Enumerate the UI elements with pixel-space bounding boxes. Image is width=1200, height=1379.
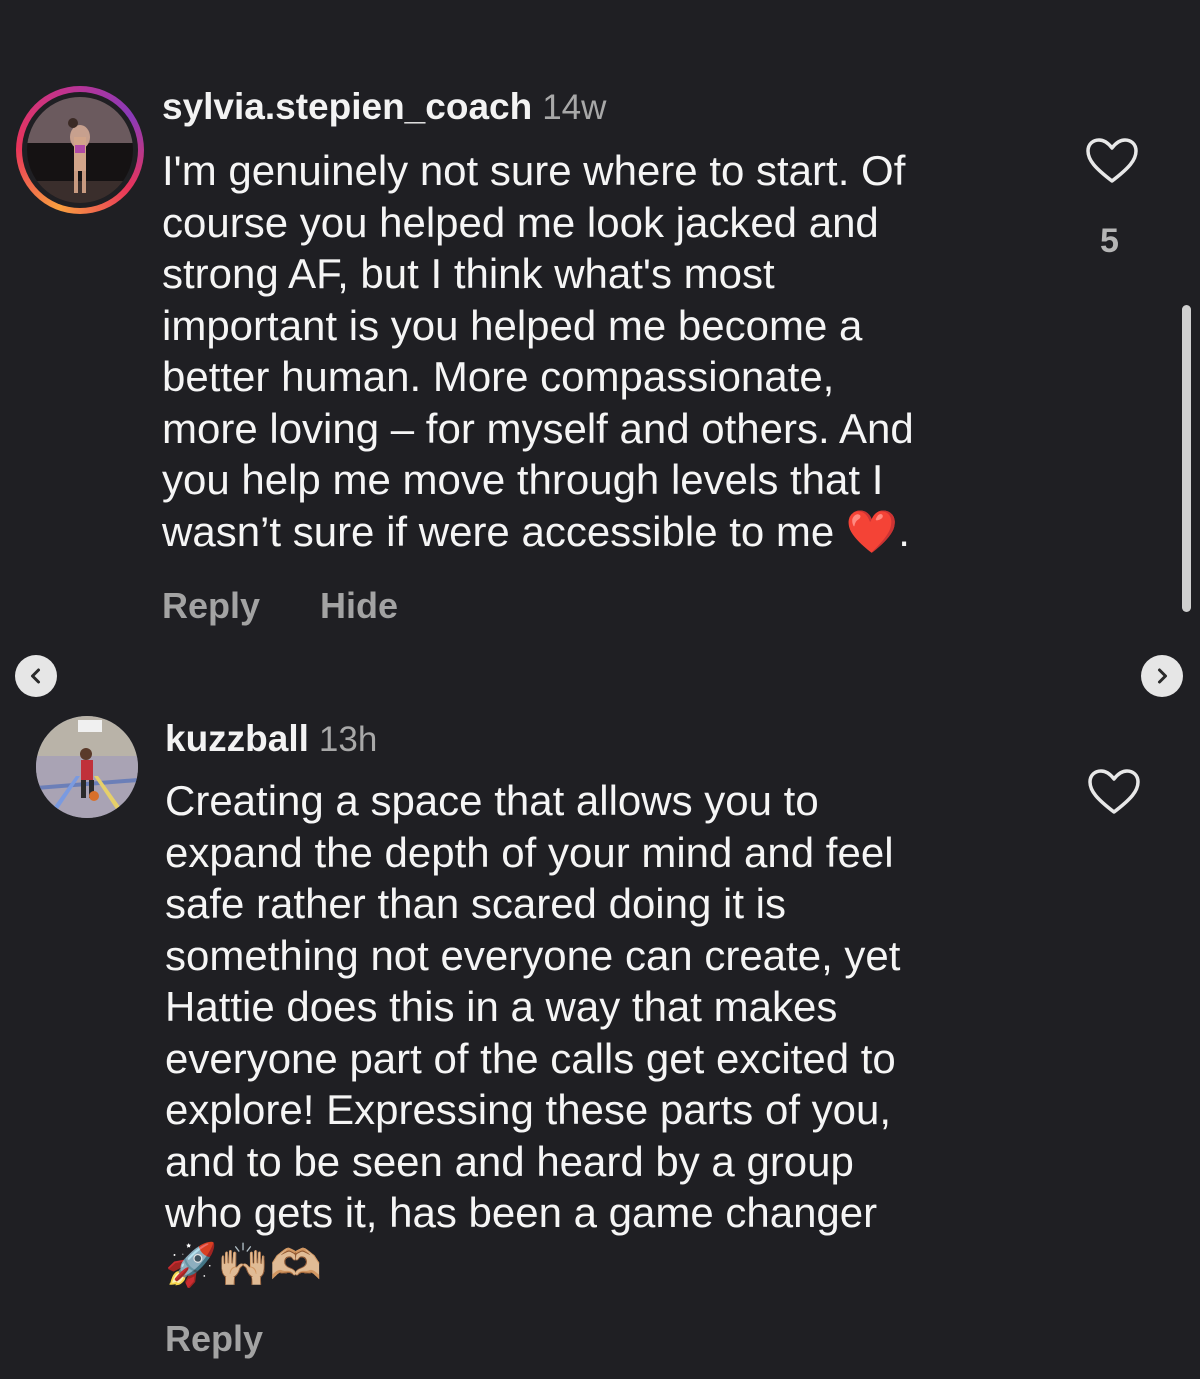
comment-line: and to be seen and heard by a group <box>165 1137 854 1185</box>
avatar-photo <box>36 716 138 818</box>
comment-line: strong AF, but I think what's most <box>162 250 775 297</box>
comment-line: expand the depth of your mind and feel <box>165 828 894 876</box>
comment-line: everyone part of the calls get excited t… <box>165 1034 896 1082</box>
heart-icon <box>1086 138 1138 183</box>
comment-line: explore! Expressing these parts of you, <box>165 1086 892 1133</box>
comment-line: course you helped me look jacked and <box>162 198 879 246</box>
like-button[interactable] <box>1085 137 1139 185</box>
like-button[interactable] <box>1087 768 1141 816</box>
timestamp: 14w <box>542 88 607 127</box>
comment-meta: sylvia.stepien_coach 14w <box>162 86 606 128</box>
reply-button[interactable]: Reply <box>165 1318 263 1360</box>
comment-line: who gets it, has been a game changer <box>165 1189 878 1236</box>
reply-button[interactable]: Reply <box>162 585 260 627</box>
username[interactable]: sylvia.stepien_coach <box>162 86 532 127</box>
like-count: 5 <box>1100 222 1119 260</box>
comment-text: Creating a space that allows you to expa… <box>165 775 900 1290</box>
timestamp: 13h <box>318 720 378 759</box>
comment-line: I'm genuinely not sure where to start. O… <box>162 147 906 194</box>
comment-line: Creating a space that allows you to <box>165 777 819 824</box>
comment-line: more loving – for myself and others. And <box>162 404 914 452</box>
hide-button[interactable]: Hide <box>320 585 398 627</box>
chevron-right-icon <box>1158 668 1167 684</box>
avatar-photo <box>27 97 133 203</box>
comment-line: better human. More compassionate, <box>162 353 835 400</box>
comment-text: I'm genuinely not sure where to start. O… <box>162 145 914 557</box>
previous-button[interactable] <box>15 655 57 697</box>
comment-line: safe rather than scared doing it is <box>165 880 787 927</box>
comment-meta: kuzzball 13h <box>165 718 377 760</box>
scrollbar[interactable] <box>1182 305 1191 612</box>
avatar[interactable] <box>27 97 133 203</box>
comment-line: wasn’t sure if were accessible to me ❤️. <box>162 507 910 555</box>
username[interactable]: kuzzball <box>165 718 309 759</box>
comment-line: something not everyone can create, yet <box>165 931 901 979</box>
comment-line: you help me move through levels that I <box>162 456 884 503</box>
heart-icon <box>1088 769 1140 814</box>
emoji-line: 🚀🙌🏼🫶🏼 <box>165 1240 322 1288</box>
comment-line: important is you helped me become a <box>162 301 863 349</box>
comment-line: Hattie does this in a way that makes <box>165 983 838 1030</box>
avatar[interactable] <box>36 716 138 818</box>
chevron-left-icon <box>31 668 40 684</box>
next-button[interactable] <box>1141 655 1183 697</box>
